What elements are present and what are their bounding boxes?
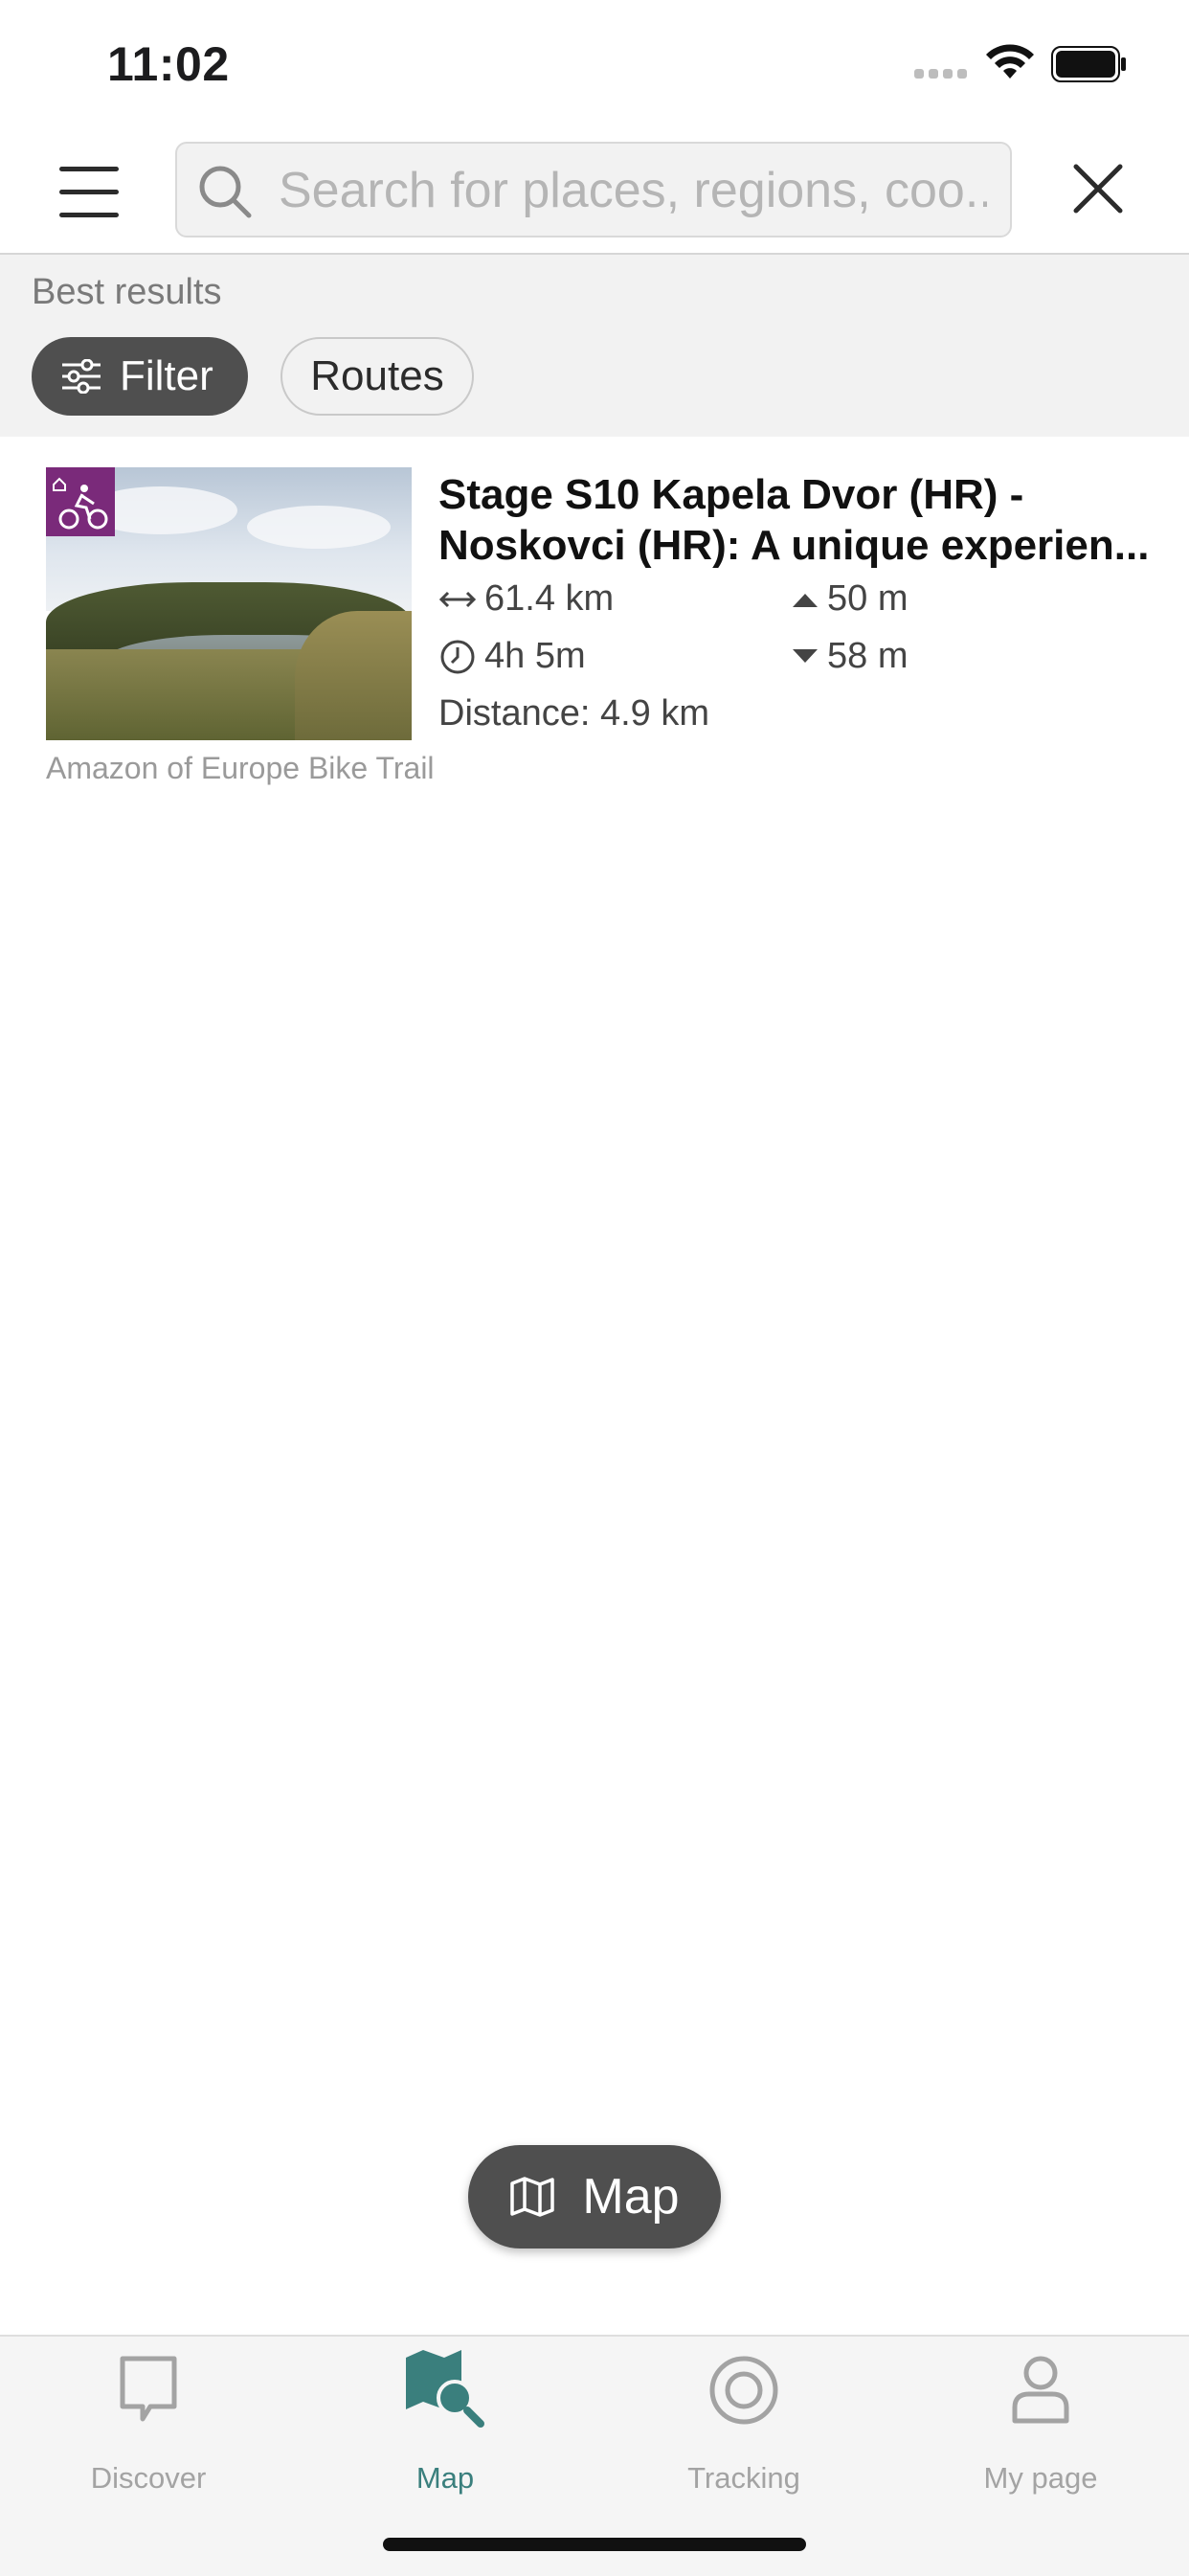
- routes-chip[interactable]: Routes: [280, 337, 474, 416]
- descent-stat: 58 m: [791, 636, 908, 677]
- clock-icon: [440, 640, 475, 673]
- ascent-icon: [793, 593, 818, 607]
- distance-value: Distance: 4.9 km: [438, 693, 709, 734]
- length-arrows-icon: [438, 591, 477, 607]
- ascent-value: 50 m: [827, 578, 909, 619]
- home-indicator: [383, 2538, 806, 2551]
- descent-value: 58 m: [827, 636, 909, 676]
- filter-label: Filter: [120, 352, 213, 399]
- tab-map-label: Map: [415, 2461, 475, 2495]
- duration-value: 4h 5m: [484, 636, 586, 676]
- status-time: 11:02: [107, 37, 230, 91]
- length-value: 61.4 km: [484, 578, 615, 619]
- wifi-icon: [986, 44, 1034, 79]
- discover-icon: [120, 2356, 177, 2422]
- duration-stat: 4h 5m: [438, 636, 586, 677]
- map-button-label: Map: [582, 2169, 680, 2225]
- tab-my-page[interactable]: My page: [945, 2354, 1136, 2507]
- search-input[interactable]: [279, 157, 987, 224]
- result-title-line-1: Stage S10 Kapela Dvor (HR) -: [438, 471, 1024, 518]
- map-search-icon: [406, 2350, 484, 2428]
- search-header: [0, 134, 1189, 255]
- search-bar[interactable]: [175, 142, 1012, 237]
- results-section-label: Best results: [32, 272, 222, 312]
- cycling-icon: [46, 467, 115, 536]
- tab-tracking[interactable]: Tracking: [648, 2354, 840, 2507]
- tab-discover-label: Discover: [90, 2461, 207, 2495]
- status-bar: 11:02: [0, 0, 1189, 134]
- battery-icon: [1051, 46, 1126, 82]
- length-stat: 61.4 km: [438, 578, 614, 620]
- result-title-line-2: Noskovci (HR): A unique experien...: [438, 522, 1150, 569]
- menu-button[interactable]: [59, 163, 124, 220]
- tab-my-page-label: My page: [983, 2461, 1098, 2495]
- result-item[interactable]: Stage S10 Kapela Dvor (HR) - Noskovci (H…: [0, 439, 1189, 802]
- user-icon: [1012, 2356, 1069, 2424]
- sliders-icon: [62, 359, 101, 394]
- search-icon: [199, 166, 252, 218]
- cellular-signal-icon: [914, 69, 972, 82]
- results-header: Best results Filter Routes: [0, 255, 1189, 437]
- tab-discover[interactable]: Discover: [53, 2354, 244, 2507]
- tab-map[interactable]: Map: [349, 2350, 541, 2507]
- map-icon: [510, 2177, 555, 2217]
- result-title: Stage S10 Kapela Dvor (HR) - Noskovci (H…: [438, 469, 1166, 571]
- map-button[interactable]: Map: [468, 2145, 721, 2248]
- close-icon[interactable]: [1070, 161, 1126, 216]
- filter-button[interactable]: Filter: [32, 337, 248, 416]
- routes-label: Routes: [310, 352, 444, 399]
- result-source: Amazon of Europe Bike Trail: [46, 751, 435, 785]
- descent-icon: [793, 648, 818, 663]
- tracking-icon: [709, 2356, 778, 2425]
- ascent-stat: 50 m: [791, 578, 908, 620]
- tab-tracking-label: Tracking: [687, 2461, 800, 2495]
- distance-stat: Distance: 4.9 km: [438, 693, 709, 734]
